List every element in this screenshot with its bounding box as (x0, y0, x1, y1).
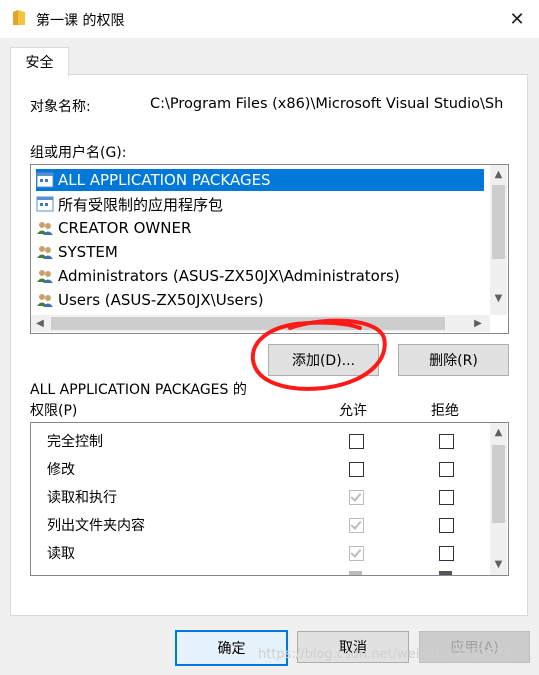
permission-name: 完全控制 (47, 434, 103, 450)
list-item-label: Administrators (ASUS-ZX50JX\Administrato… (58, 267, 400, 285)
allow-checkbox-partial (349, 571, 362, 575)
users-icon (37, 222, 53, 235)
close-icon[interactable]: ✕ (509, 9, 524, 30)
scroll-up-icon[interactable]: ▲ (490, 167, 507, 181)
deny-checkbox-partial (439, 571, 452, 575)
allow-checkbox (349, 518, 364, 533)
deny-checkbox[interactable] (439, 434, 454, 449)
permission-row: 读取和执行 (47, 483, 487, 511)
allow-checkbox (349, 490, 364, 505)
list-item-label: 所有受限制的应用程序包 (58, 195, 224, 214)
allow-column-header: 允许 (339, 403, 367, 419)
permissions-for-label: ALL APPLICATION PACKAGES 的 (30, 382, 247, 398)
scroll-down-icon[interactable]: ▼ (490, 291, 507, 305)
watermark: https://blog.csdn.net/weixin_42152531 (258, 647, 512, 662)
list-item[interactable]: SYSTEM (36, 241, 484, 263)
permission-row: 读取 (47, 539, 487, 567)
permissions-list[interactable]: 完全控制 修改 读取和执行 列出文件夹内容 读取 ▲ ▼ (30, 422, 509, 576)
folder-icon (13, 10, 25, 25)
scroll-left-icon[interactable]: ◀ (33, 315, 47, 332)
allow-checkbox[interactable] (349, 462, 364, 477)
list-item[interactable]: ALL APPLICATION PACKAGES (36, 169, 484, 191)
deny-checkbox[interactable] (439, 462, 454, 477)
scroll-right-icon[interactable]: ▶ (471, 315, 485, 332)
tab-security[interactable]: 安全 (10, 47, 69, 76)
deny-checkbox[interactable] (439, 546, 454, 561)
window-title: 第一课 的权限 (36, 13, 125, 29)
deny-column-header: 拒绝 (431, 403, 459, 419)
groups-label: 组或用户名(G): (30, 145, 127, 161)
users-icon (37, 270, 53, 283)
permissions-scrollbar[interactable]: ▲ ▼ (490, 423, 507, 575)
permission-row: 列出文件夹内容 (47, 511, 487, 539)
permission-name: 读取和执行 (47, 490, 117, 506)
users-icon (37, 294, 53, 307)
groups-listbox[interactable]: ALL APPLICATION PACKAGES 所有受限制的应用程序包 CRE… (30, 164, 509, 334)
allow-checkbox (349, 546, 364, 561)
close-button[interactable]: ✕ (500, 4, 534, 34)
deny-checkbox[interactable] (439, 518, 454, 533)
object-name-value: C:\Program Files (x86)\Microsoft Visual … (150, 96, 504, 112)
remove-button[interactable]: 删除(R) (398, 344, 509, 376)
list-item-label: SYSTEM (58, 243, 118, 261)
scroll-up-icon[interactable]: ▲ (490, 425, 507, 439)
list-item-label: ALL APPLICATION PACKAGES (58, 171, 271, 189)
permission-row: 修改 (47, 455, 487, 483)
scrollbar-thumb[interactable] (492, 445, 505, 523)
annotation-circle (250, 318, 387, 391)
list-item-label: Users (ASUS-ZX50JX\Users) (58, 291, 264, 309)
scroll-down-icon[interactable]: ▼ (490, 557, 507, 571)
list-item-label: CREATOR OWNER (58, 219, 192, 237)
scrollbar-thumb[interactable] (492, 185, 505, 259)
users-icon (37, 246, 53, 259)
permission-row: 完全控制 (47, 427, 487, 455)
list-item[interactable]: 所有受限制的应用程序包 (36, 193, 484, 215)
vertical-scrollbar[interactable]: ▲ ▼ (490, 165, 507, 315)
allow-checkbox[interactable] (349, 434, 364, 449)
list-item[interactable]: Users (ASUS-ZX50JX\Users) (36, 289, 484, 311)
permission-name: 修改 (47, 462, 75, 478)
object-name-label: 对象名称: (30, 99, 91, 115)
deny-checkbox[interactable] (439, 490, 454, 505)
app-package-icon (36, 172, 54, 188)
app-package-icon (36, 196, 54, 212)
list-item[interactable]: Administrators (ASUS-ZX50JX\Administrato… (36, 265, 484, 287)
list-item[interactable]: CREATOR OWNER (36, 217, 484, 239)
permission-name: 列出文件夹内容 (47, 518, 145, 534)
permission-name: 读取 (47, 546, 75, 562)
permissions-label: 权限(P) (30, 403, 78, 419)
